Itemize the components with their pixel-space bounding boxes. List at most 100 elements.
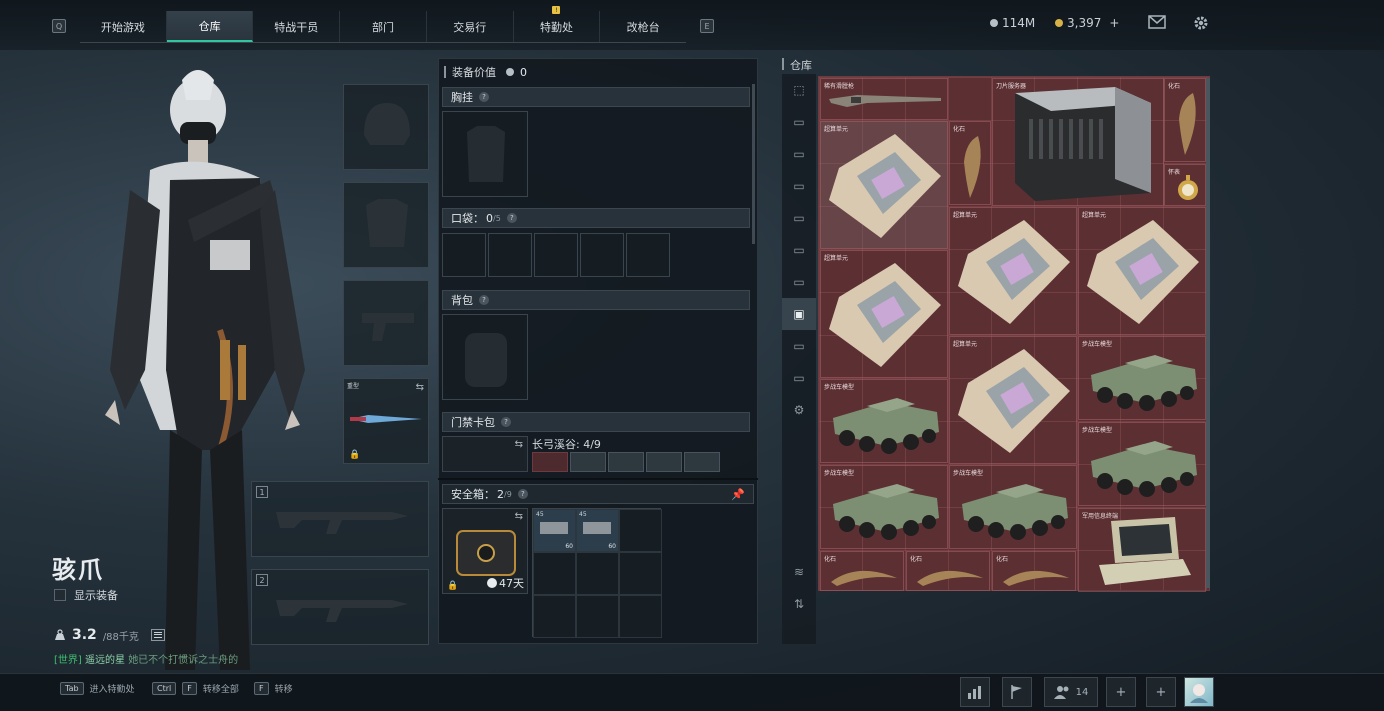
hint-enter-special-ops[interactable]: Tab 进入特勤处: [60, 682, 135, 695]
armor-slot[interactable]: [343, 182, 429, 268]
storage-item-fossil[interactable]: 化石: [1164, 78, 1206, 162]
invite-slot-1[interactable]: +: [1106, 677, 1136, 707]
prev-tab-key[interactable]: Q: [52, 19, 66, 33]
stack-icon[interactable]: ≋: [782, 556, 816, 588]
pistol-slot[interactable]: [343, 280, 429, 366]
storage-item-ifv-model[interactable]: 步战车模型: [1078, 336, 1206, 420]
storage-item-fossil[interactable]: 化石: [820, 551, 904, 591]
pin-icon[interactable]: 📌: [731, 488, 745, 501]
storage-item-blade-server[interactable]: 刀片服务器: [992, 78, 1164, 206]
category-tab-4[interactable]: ▭: [782, 202, 816, 234]
stats-icon[interactable]: [960, 677, 990, 707]
hint-transfer[interactable]: F 转移: [254, 682, 293, 695]
help-icon[interactable]: ?: [501, 417, 511, 427]
friends-button[interactable]: 14: [1044, 677, 1098, 707]
secondary-weapon-slot[interactable]: 2: [251, 569, 429, 645]
tab-storage[interactable]: 仓库: [166, 11, 254, 42]
safebox-cell[interactable]: [533, 595, 576, 638]
safebox-item[interactable]: 45 60: [576, 509, 619, 552]
safebox-cell[interactable]: [533, 552, 576, 595]
gear-icon[interactable]: [1192, 14, 1210, 32]
storage-item-ifv-model[interactable]: 步战车模型: [820, 379, 948, 463]
category-tab-all[interactable]: ⬚: [782, 74, 816, 106]
flag-icon[interactable]: [1002, 677, 1032, 707]
storage-item-ifv-model[interactable]: 步战车模型: [820, 465, 948, 549]
chest-rig-slot[interactable]: [442, 111, 528, 197]
helmet-slot[interactable]: [343, 84, 429, 170]
storage-item-musket[interactable]: 稀有滑膛枪: [820, 78, 948, 120]
ifv-model-icon: [1091, 355, 1197, 411]
category-tab-6[interactable]: ▭: [782, 266, 816, 298]
category-tab-1[interactable]: ▭: [782, 106, 816, 138]
hint-transfer-all[interactable]: Ctrl F 转移全部: [152, 682, 239, 695]
storage-scrollbar[interactable]: [1206, 78, 1210, 588]
pocket-slot[interactable]: [488, 233, 532, 277]
category-tab-2[interactable]: ▭: [782, 138, 816, 170]
melee-slot[interactable]: 重型 ⇆ 🔒: [343, 378, 429, 464]
safebox-item[interactable]: 45 60: [533, 509, 576, 552]
storage-item-ifv-model[interactable]: 步战车模型: [1078, 422, 1206, 506]
swap-icon[interactable]: ⇆: [416, 382, 424, 393]
storage-item-fossil[interactable]: 化石: [949, 121, 991, 205]
keycard-case-slot[interactable]: ⇆: [442, 436, 528, 472]
tab-trading[interactable]: 交易行: [427, 11, 514, 42]
pocket-slot[interactable]: [626, 233, 670, 277]
next-tab-key[interactable]: E: [700, 19, 714, 33]
pocket-slot[interactable]: [442, 233, 486, 277]
category-tab-9[interactable]: ▭: [782, 362, 816, 394]
storage-item-supercomputer[interactable]: 超算单元: [820, 121, 948, 249]
help-icon[interactable]: ?: [506, 213, 517, 223]
storage-item-supercomputer[interactable]: 超算单元: [949, 207, 1077, 335]
pocket-slot[interactable]: [580, 233, 624, 277]
keycard-item[interactable]: [532, 452, 568, 472]
tab-gunsmith[interactable]: 改枪台: [600, 11, 686, 42]
add-currency-button[interactable]: +: [1109, 16, 1119, 30]
help-icon[interactable]: ?: [479, 92, 489, 102]
tab-start-game[interactable]: 开始游戏: [80, 11, 167, 42]
safebox-cell[interactable]: [619, 509, 662, 552]
storage-item-military-terminal[interactable]: 军用信息终端: [1078, 508, 1206, 592]
show-equipment-toggle[interactable]: 显示装备: [54, 587, 118, 603]
storage-item-fossil[interactable]: 化石: [992, 551, 1076, 591]
sort-icon[interactable]: ⇅: [782, 588, 816, 620]
storage-settings-icon[interactable]: ⚙: [782, 394, 816, 426]
expiry-timer: 47天: [487, 575, 524, 591]
category-tab-5[interactable]: ▭: [782, 234, 816, 266]
world-chat-line[interactable]: [世界] 遥远的星 她已不个打惯诉之士舟的: [54, 651, 238, 666]
swap-icon[interactable]: ⇆: [515, 439, 523, 450]
safebox-cell[interactable]: [576, 595, 619, 638]
backpack-slot[interactable]: [442, 314, 528, 400]
storage-item-fossil[interactable]: 化石: [906, 551, 990, 591]
help-icon[interactable]: ?: [479, 295, 489, 305]
category-tab-7[interactable]: ▣: [782, 298, 816, 330]
show-equipment-checkbox[interactable]: [54, 589, 66, 601]
safebox-cell[interactable]: [576, 552, 619, 595]
storage-item-supercomputer[interactable]: 超算单元: [949, 336, 1077, 464]
storage-item-supercomputer[interactable]: 超算单元: [1078, 207, 1206, 335]
storage-item-supercomputer[interactable]: 超算单元: [820, 250, 948, 378]
keycard-item[interactable]: [646, 452, 682, 472]
keycard-item[interactable]: [684, 452, 720, 472]
primary-weapon-slot[interactable]: 1: [251, 481, 429, 557]
loadout-scrollbar[interactable]: [752, 84, 755, 244]
storage-item-pocket-watch[interactable]: 怀表: [1164, 164, 1206, 206]
list-icon[interactable]: [150, 629, 165, 641]
storage-item-ifv-model[interactable]: 步战车模型: [949, 465, 1077, 549]
keycard-item[interactable]: [608, 452, 644, 472]
tab-special-ops[interactable]: ! 特勤处: [514, 6, 601, 42]
keycard-item[interactable]: [570, 452, 606, 472]
pocket-slot[interactable]: [534, 233, 578, 277]
player-avatar[interactable]: [1184, 677, 1214, 707]
category-tab-3[interactable]: ▭: [782, 170, 816, 202]
category-tab-8[interactable]: ▭: [782, 330, 816, 362]
invite-slot-2[interactable]: +: [1146, 677, 1176, 707]
mail-icon[interactable]: [1148, 15, 1166, 29]
safebox-header: 安全箱： 2 /9 ? 📌: [442, 484, 754, 504]
help-icon[interactable]: ?: [517, 489, 528, 499]
tab-department[interactable]: 部门: [340, 11, 427, 42]
safebox-cell[interactable]: [619, 595, 662, 638]
swap-icon[interactable]: ⇆: [515, 511, 523, 522]
safebox-slot[interactable]: ⇆ 🔒 47天: [442, 508, 528, 594]
tab-operators[interactable]: 特战干员: [253, 11, 341, 42]
safebox-cell[interactable]: [619, 552, 662, 595]
